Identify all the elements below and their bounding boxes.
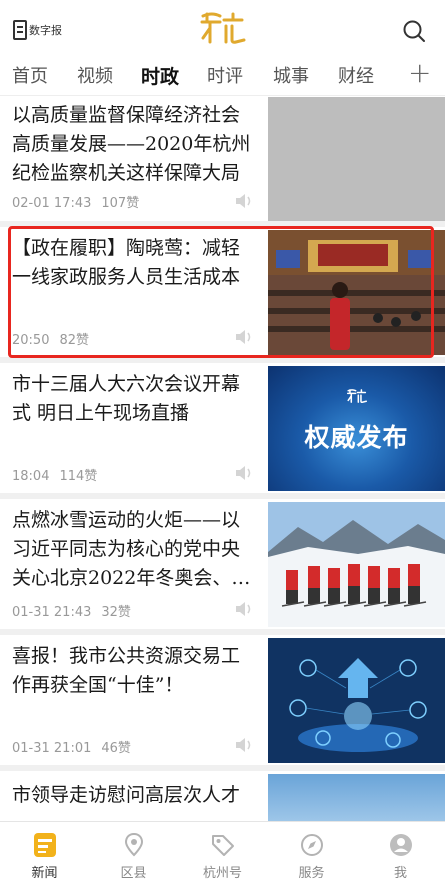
nav-services[interactable]: 服务 [267,822,356,896]
add-channel-button[interactable]: + [408,56,431,89]
article-title: 市领导走访慰问高层次人才 [12,784,241,806]
article-likes: 114赞 [59,469,98,484]
tab-home[interactable]: 首页 [12,62,48,88]
article-meta: 02-01 17:43 107赞 [12,192,139,211]
article-meta: 18:04 114赞 [12,465,97,484]
article-title: 市十三届人大六次会议开幕式 明日上午现场直播 [12,373,241,424]
article-title: 以高质量监督保障经济社会高质量发展——2020年杭州纪检监察机关这样保障大局 [12,104,251,184]
article-title: 点燃冰雪运动的火炬——以习近平同志为核心的党中央关心北京2022年冬奥会、… [12,509,251,589]
tab-finance[interactable]: 财经 [338,62,374,88]
article-thumbnail [268,502,445,627]
bottom-navigation: 新闻 区县 杭州号 服务 我 [0,821,445,896]
thumbnail-text: 权威发布 [304,423,409,452]
article-thumbnail [268,97,445,221]
list-item[interactable]: 市十三届人大六次会议开幕式 明日上午现场直播 18:04 114赞 权威发布 [0,363,445,493]
article-time: 02-01 17:43 [12,196,92,211]
nav-district-label: 区县 [120,866,147,881]
digital-newspaper-button[interactable]: 数字报 [13,18,62,42]
channel-tabs: 首页 视频 时政 时评 城事 财经 + [0,52,445,96]
nav-me[interactable]: 我 [356,822,445,896]
article-time: 01-31 21:01 [12,741,92,756]
speaker-icon[interactable] [234,737,254,753]
article-thumbnail: 权威发布 [268,366,445,491]
speaker-icon[interactable] [234,601,254,617]
list-item[interactable]: 以高质量监督保障经济社会高质量发展——2020年杭州纪检监察机关这样保障大局 0… [0,97,445,221]
app-header: 数字报 [0,0,445,52]
tab-politics[interactable]: 时政 [141,62,179,89]
article-likes: 46赞 [101,741,131,756]
nav-news[interactable]: 新闻 [0,822,89,896]
tab-city[interactable]: 城事 [273,62,309,88]
article-title: 喜报！我市公共资源交易工作再获全国“十佳”！ [12,645,241,696]
article-likes: 107赞 [101,196,140,211]
nav-hangzhou-account-label: 杭州号 [202,866,242,881]
speaker-icon[interactable] [234,329,254,345]
article-meta: 01-31 21:01 46赞 [12,737,131,756]
article-time: 18:04 [12,469,50,484]
nav-services-label: 服务 [298,866,325,881]
nav-hangzhou-account[interactable]: 杭州号 [178,822,267,896]
nav-me-label: 我 [393,866,407,881]
list-item[interactable]: 喜报！我市公共资源交易工作再获全国“十佳”！ 01-31 21:01 46赞 [0,635,445,765]
article-title: 【政在履职】陶晓莺：减轻一线家政服务人员生活成本 [12,237,241,288]
user-icon [390,834,412,856]
speaker-icon[interactable] [234,465,254,481]
list-item[interactable]: 点燃冰雪运动的火炬——以习近平同志为核心的党中央关心北京2022年冬奥会、… 0… [0,499,445,629]
newspaper-icon [13,20,27,40]
article-thumbnail [268,774,445,821]
search-icon[interactable] [402,19,426,43]
tab-video[interactable]: 视频 [77,62,113,88]
article-meta: 20:50 82赞 [12,329,89,348]
digital-newspaper-label: 数字报 [29,24,62,37]
compass-icon [301,834,323,856]
location-pin-icon [124,832,144,857]
tag-icon [212,835,234,856]
nav-news-label: 新闻 [31,866,58,881]
article-thumbnail [268,638,445,763]
app-logo [200,12,246,44]
nav-district[interactable]: 区县 [89,822,178,896]
speaker-icon[interactable] [234,193,254,209]
list-item[interactable]: 【政在履职】陶晓莺：减轻一线家政服务人员生活成本 20:50 82赞 [0,227,445,357]
article-likes: 82赞 [59,333,90,348]
article-likes: 32赞 [101,605,131,620]
news-icon [34,833,56,857]
news-feed: 以高质量监督保障经济社会高质量发展——2020年杭州纪检监察机关这样保障大局 0… [0,97,445,821]
list-item[interactable]: 市领导走访慰问高层次人才 [0,771,445,821]
article-meta: 01-31 21:43 32赞 [12,601,131,620]
article-thumbnail [268,230,445,355]
article-time: 20:50 [12,333,50,348]
app-logo [346,389,368,404]
tab-commentary[interactable]: 时评 [207,62,243,88]
article-time: 01-31 21:43 [12,605,92,620]
